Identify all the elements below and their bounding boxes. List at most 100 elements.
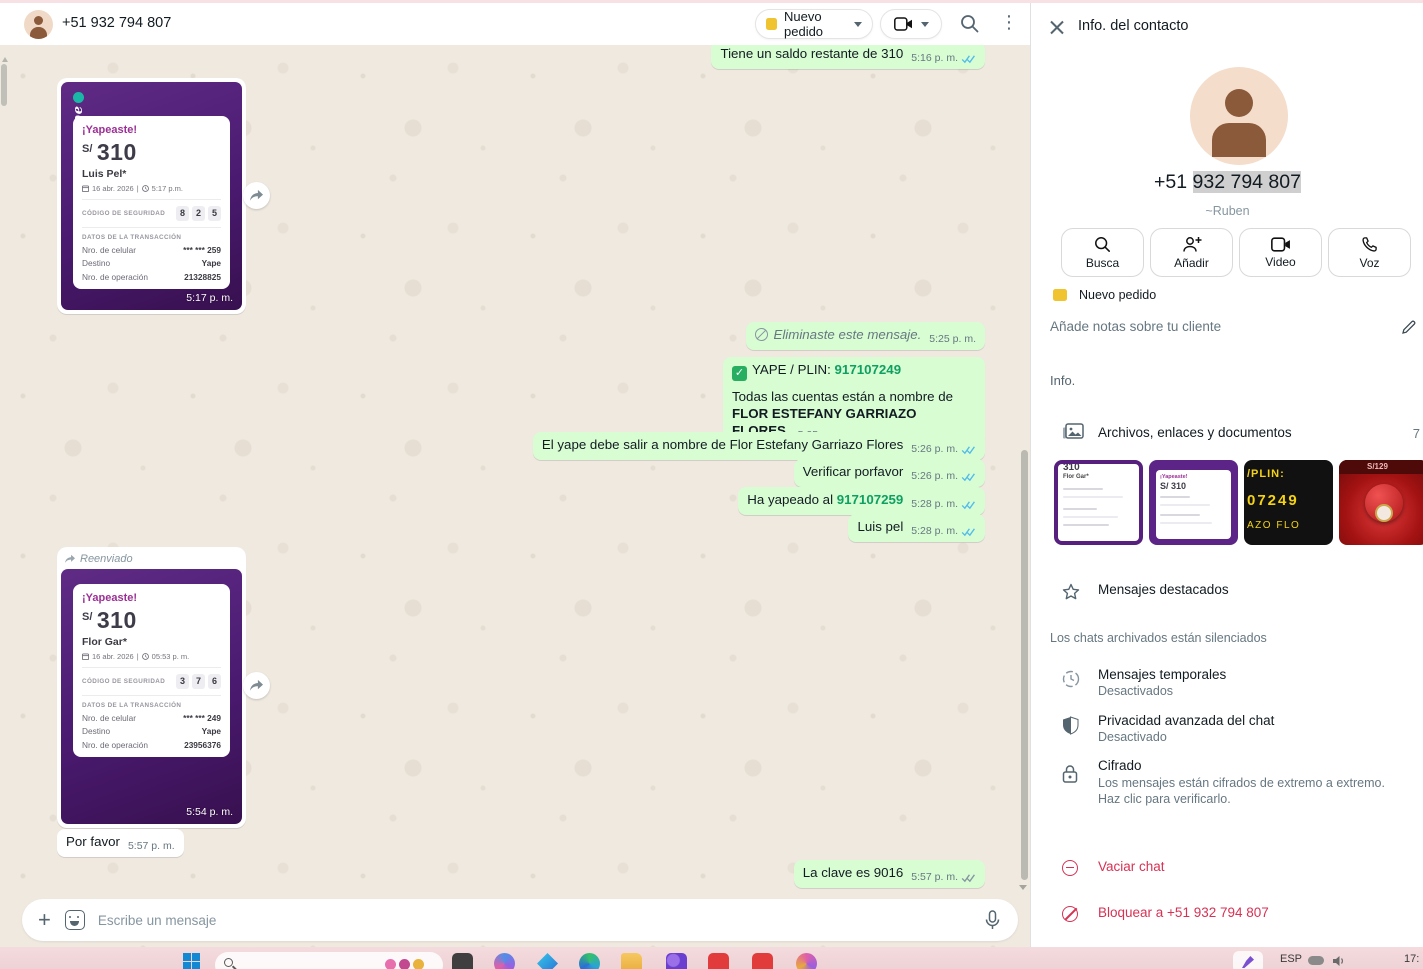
volume-icon[interactable] (1332, 955, 1346, 967)
scrollbar-down-arrow[interactable] (1019, 885, 1027, 890)
message-text: La clave es 9016 (803, 865, 904, 880)
taskbar-folder-icon[interactable] (621, 953, 642, 969)
customer-notes-field[interactable]: Añade notas sobre tu cliente (1050, 319, 1221, 334)
yape-receipt-message-2[interactable]: Reenviado ¡Yapeaste! S/ 310 Flor Gar* 16… (57, 547, 246, 828)
left-scrollbar-thumb[interactable] (1, 64, 7, 106)
voice-call-button[interactable]: Voz (1328, 228, 1411, 277)
security-code: 376 (176, 674, 221, 689)
advanced-privacy-row[interactable]: Privacidad avanzada del chat Desactivado (1031, 713, 1423, 749)
read-ticks-icon (961, 472, 976, 482)
chat-contact-phone[interactable]: +51 932 794 807 (62, 15, 171, 31)
delivered-ticks-icon (961, 873, 976, 883)
message-bubble[interactable]: Tiene un saldo restante de 3105:16 p. m. (711, 45, 985, 69)
taskbar-language[interactable]: ESP (1280, 953, 1302, 965)
receipt-row: DestinoYape (82, 726, 221, 736)
deleted-message-bubble[interactable]: Eliminaste este mensaje.5:25 p. m. (746, 322, 985, 350)
check-emoji-icon: ✓ (732, 366, 747, 381)
deleted-slash-icon (755, 328, 768, 341)
message-bubble[interactable]: Ha yapeado al 9171072595:28 p. m. (738, 487, 985, 515)
menu-kebab-icon[interactable]: ⋮ (1000, 12, 1018, 32)
receipt-amount: 310 (97, 607, 137, 633)
attach-plus-icon[interactable]: + (38, 907, 51, 933)
chat-scrollbar-thumb[interactable] (1021, 450, 1028, 880)
contact-avatar-small[interactable] (24, 10, 53, 39)
chat-message-area: Tiene un saldo restante de 3105:16 p. m.… (0, 45, 1030, 947)
calendar-icon (82, 185, 89, 192)
disappearing-messages-row[interactable]: Mensajes temporales Desactivados (1031, 667, 1423, 703)
forward-message-button[interactable] (243, 182, 270, 209)
clock-icon (142, 653, 149, 660)
message-text: YAPE / PLIN: (752, 362, 835, 377)
info-heading: Info. (1050, 373, 1075, 388)
message-bubble[interactable]: Por favor 5:57 p. m. (57, 829, 184, 857)
business-label-row[interactable]: Nuevo pedido (1053, 288, 1156, 302)
phone-number-link[interactable]: 917107259 (837, 492, 904, 507)
taskbar-app-icon[interactable] (452, 953, 473, 969)
whatsapp-window: +51 932 794 807 Nuevo pedido ⋮ Tiene un … (0, 0, 1423, 969)
yape-receipt-message-1[interactable]: yape ¡Yapeaste! S/ 310 Luis Pel* 16 abr.… (57, 78, 246, 314)
message-time: 5:57 p. m. (128, 838, 175, 855)
emoji-icon[interactable] (65, 910, 85, 930)
clear-chat-row[interactable]: Vaciar chat (1031, 859, 1423, 881)
taskbar-copilot-icon[interactable] (494, 953, 515, 969)
files-links-docs-row[interactable]: Archivos, enlaces y documentos 7 (1031, 421, 1423, 447)
panel-title: Info. del contacto (1078, 18, 1188, 34)
label-tag-icon (766, 18, 777, 30)
message-input[interactable] (98, 913, 985, 928)
receipt-currency: S/ (82, 611, 92, 623)
phone-number-link[interactable]: 917107249 (835, 362, 902, 377)
message-bubble[interactable]: El yape debe salir a nombre de Flor Este… (533, 432, 985, 460)
message-bubble[interactable]: Luis pel5:28 p. m. (848, 514, 985, 542)
privacy-title: Privacidad avanzada del chat (1098, 713, 1274, 728)
receipt-recipient: Luis Pel* (82, 168, 221, 180)
taskbar-app-icon[interactable] (537, 953, 558, 969)
taskbar-app-icon[interactable] (752, 953, 773, 969)
media-thumbnail-promo[interactable]: S/129 (1339, 460, 1423, 545)
video-camera-icon (1271, 237, 1291, 252)
message-time: 5:28 p. m. (911, 523, 958, 540)
flower-icon (385, 959, 396, 969)
forwarded-label: Reenviado (80, 553, 133, 565)
media-thumbnail-receipt[interactable]: ¡Yapeaste! S/ 310 (1149, 460, 1238, 545)
encryption-row[interactable]: Cifrado Los mensajes están cifrados de e… (1031, 758, 1423, 810)
video-call-button[interactable] (880, 9, 942, 39)
business-label-text: Nuevo pedido (1079, 288, 1156, 302)
nuevo-pedido-label: Nuevo pedido (784, 9, 847, 39)
microphone-icon[interactable] (985, 910, 1000, 931)
shield-icon (1062, 716, 1079, 735)
message-bubble[interactable]: La clave es 90165:57 p. m. (794, 860, 985, 888)
media-thumbnail-plin[interactable]: /PLIN: 07249 AZO FLO (1244, 460, 1333, 545)
contact-alias: ~Ruben (1031, 204, 1423, 218)
starred-messages-row[interactable]: Mensajes destacados (1031, 582, 1423, 604)
message-time: 5:16 p. m. (911, 50, 958, 67)
windows-start-button[interactable] (183, 953, 200, 969)
video-call-button[interactable]: Video (1239, 228, 1322, 277)
media-thumbnail-receipt[interactable]: 310 Flor Gar* (1054, 460, 1143, 545)
search-button-label: Busca (1086, 256, 1119, 270)
search-chat-button[interactable]: Busca (1061, 228, 1144, 277)
edit-pencil-icon[interactable] (1401, 319, 1417, 335)
contact-avatar-large[interactable] (1190, 67, 1288, 165)
files-count: 7 (1413, 426, 1420, 441)
block-contact-row[interactable]: Bloquear a +51 932 794 807 (1031, 905, 1423, 927)
chat-header: +51 932 794 807 Nuevo pedido ⋮ (0, 3, 1030, 45)
encryption-description: Los mensajes están cifrados de extremo a… (1098, 775, 1408, 807)
taskbar-search-box[interactable] (215, 952, 443, 969)
onedrive-cloud-icon[interactable] (1308, 956, 1324, 965)
message-text: Por favor (66, 834, 120, 849)
search-icon[interactable] (960, 14, 979, 33)
nuevo-pedido-button[interactable]: Nuevo pedido (755, 9, 873, 39)
taskbar-app-icon[interactable] (708, 953, 729, 969)
message-time: 5:28 p. m. (911, 496, 958, 513)
taskbar-pinned-tool[interactable] (1233, 951, 1263, 969)
message-bubble[interactable]: Verificar porfavor5:26 p. m. (794, 459, 985, 487)
taskbar-app-icon[interactable] (666, 953, 687, 969)
forward-message-button[interactable] (243, 672, 270, 699)
scrollbar-up-arrow[interactable] (2, 57, 8, 62)
star-icon (1062, 583, 1080, 601)
close-icon[interactable] (1048, 19, 1065, 36)
transaction-data-label: DATOS DE LA TRANSACCIÓN (82, 234, 221, 241)
taskbar-app-icon[interactable] (796, 953, 817, 969)
taskbar-edge-icon[interactable] (579, 953, 600, 969)
add-contact-button[interactable]: Añadir (1150, 228, 1233, 277)
